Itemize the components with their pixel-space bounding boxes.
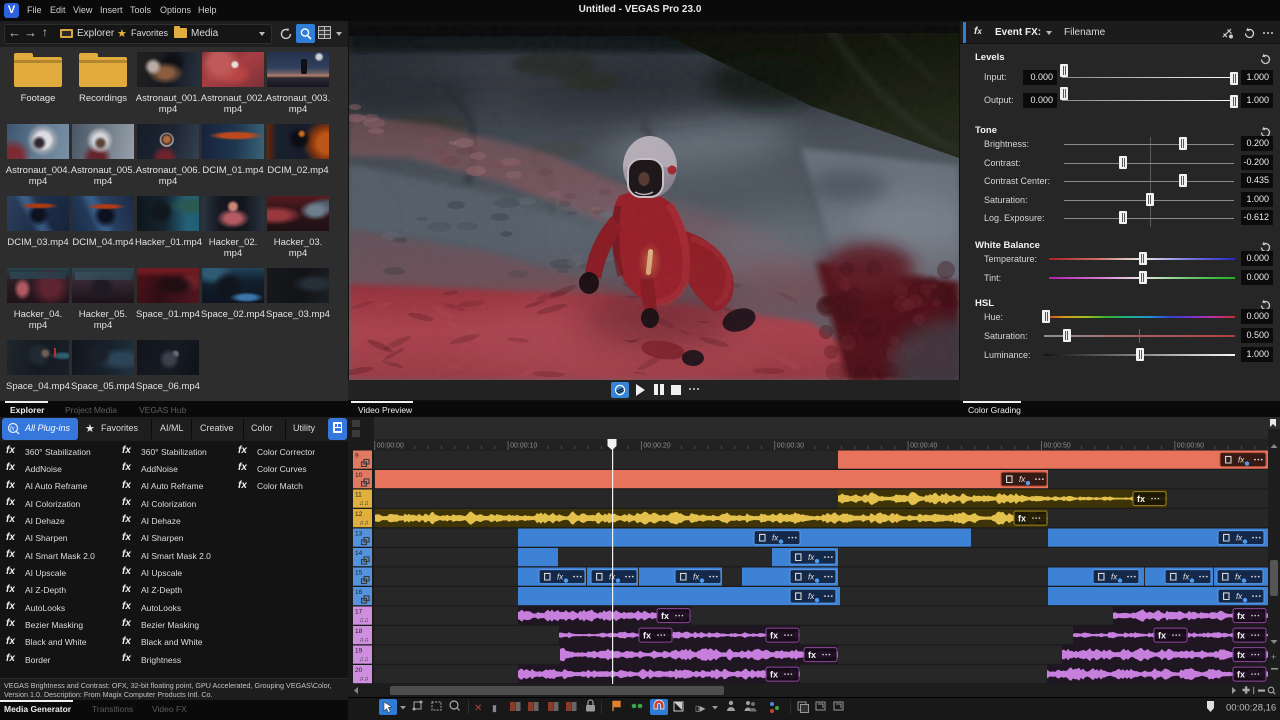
svg-text:fx: fx: [557, 573, 564, 582]
svg-text:+: +: [1271, 652, 1276, 662]
svg-text:12: 12: [355, 511, 363, 518]
svg-text:15: 15: [355, 570, 363, 577]
svg-text:♫♫: ♫♫: [359, 676, 369, 683]
svg-text:♫♫: ♫♫: [359, 637, 369, 644]
svg-text:00:00:60: 00:00:60: [1177, 443, 1204, 450]
svg-text:▮: ▮: [492, 703, 497, 713]
svg-text:♫♫: ♫♫: [359, 520, 369, 527]
svg-text:fx: fx: [1237, 631, 1245, 641]
svg-text:10: 10: [355, 472, 363, 479]
svg-text:17: 17: [355, 609, 363, 616]
svg-text:00:00:10: 00:00:10: [510, 443, 537, 450]
svg-text:00:00:30: 00:00:30: [777, 443, 804, 450]
svg-text:fx: fx: [772, 534, 779, 543]
svg-text:♫♫: ♫♫: [359, 500, 369, 507]
svg-text:fx: fx: [808, 553, 815, 562]
svg-text:00:00:00: 00:00:00: [377, 443, 404, 450]
svg-text:11: 11: [355, 492, 362, 499]
svg-text:fx: fx: [1236, 534, 1243, 543]
svg-text:19: 19: [355, 648, 363, 655]
svg-text:fx: fx: [643, 631, 651, 641]
svg-text:fx: fx: [1158, 631, 1166, 641]
svg-text:fx: fx: [1111, 573, 1118, 582]
svg-text:00:00:28,16: 00:00:28,16: [1226, 703, 1276, 714]
svg-text:fx: fx: [1237, 670, 1245, 680]
svg-text:00:00:40: 00:00:40: [910, 443, 937, 450]
svg-text:✕: ✕: [474, 703, 482, 714]
svg-text:9: 9: [355, 453, 359, 460]
svg-text:fx: fx: [693, 573, 700, 582]
svg-text:13: 13: [355, 531, 363, 538]
svg-text:♫♫: ♫♫: [359, 617, 369, 624]
svg-text:fx: fx: [1235, 573, 1242, 582]
svg-text:fx: fx: [808, 573, 815, 582]
svg-text:00:00:50: 00:00:50: [1044, 443, 1071, 450]
svg-text:fx: fx: [770, 670, 778, 680]
svg-text:00:00:20: 00:00:20: [643, 443, 670, 450]
svg-text:♫♫: ♫♫: [359, 656, 369, 663]
svg-text:14: 14: [355, 550, 363, 557]
svg-text:fx: fx: [1018, 514, 1026, 524]
svg-text:fx: fx: [1137, 494, 1145, 504]
svg-text:▯▶: ▯▶: [695, 704, 706, 713]
svg-text:fx: fx: [1236, 592, 1243, 601]
svg-text:fx: fx: [770, 631, 778, 641]
svg-text:fx: fx: [661, 611, 669, 621]
svg-text:18: 18: [355, 628, 363, 635]
svg-text:20: 20: [355, 667, 363, 674]
svg-text:fx: fx: [1183, 573, 1190, 582]
svg-text:fx: fx: [808, 592, 815, 601]
svg-text:fx: fx: [808, 650, 816, 660]
svg-text:fx: fx: [1238, 456, 1245, 465]
svg-text:fx: fx: [1019, 475, 1026, 484]
svg-text:fx: fx: [1237, 650, 1245, 660]
svg-text:16: 16: [355, 589, 363, 596]
svg-text:fx: fx: [1237, 611, 1245, 621]
